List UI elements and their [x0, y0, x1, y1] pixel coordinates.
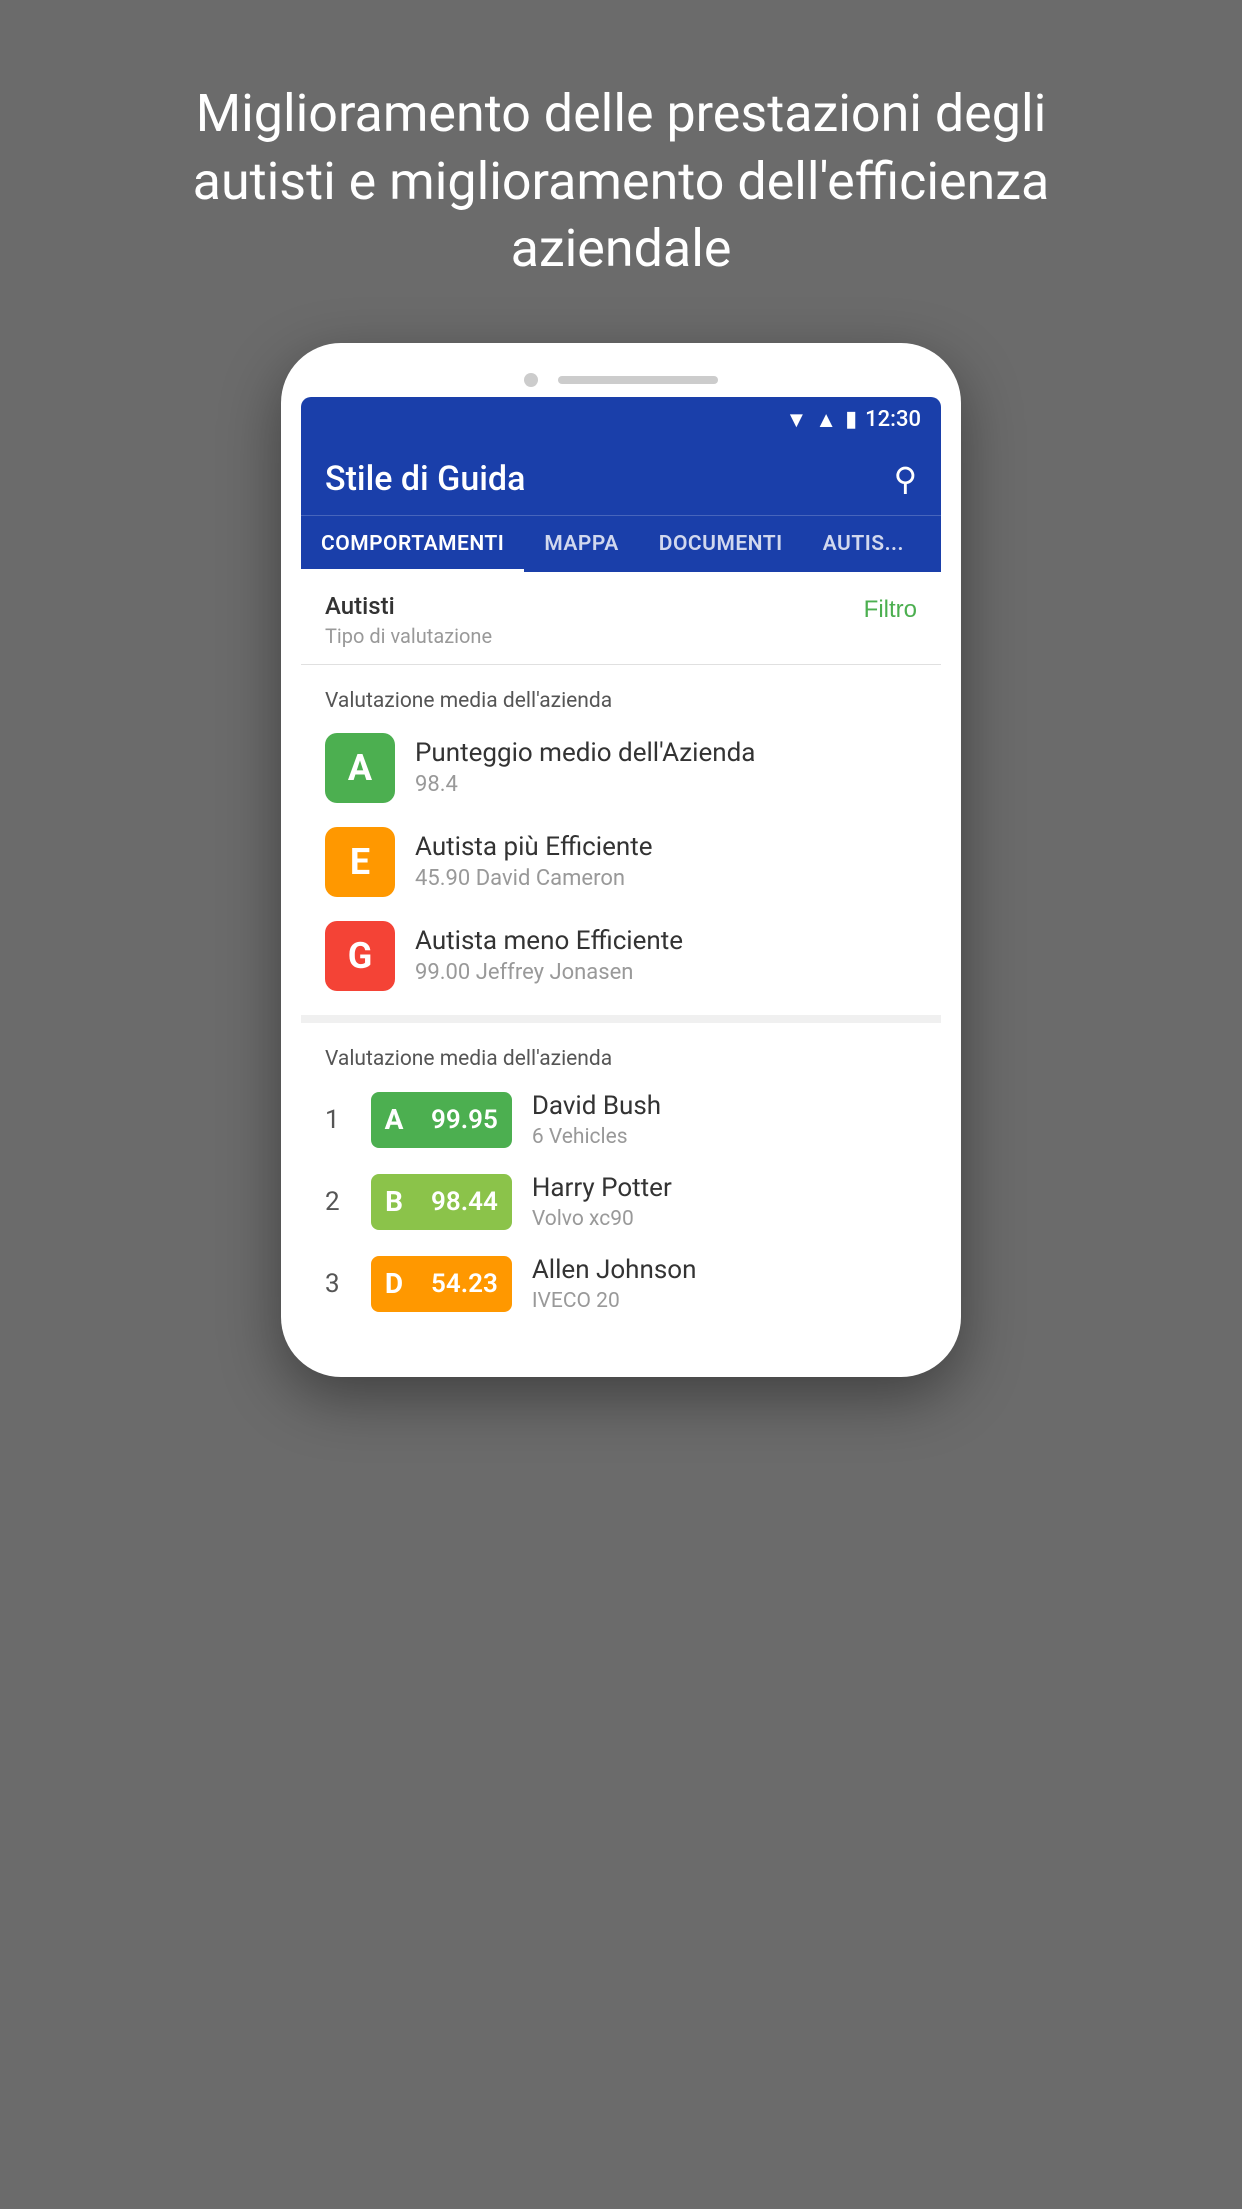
- filter-left: Autisti Tipo di valutazione: [325, 592, 492, 648]
- tab-mappa[interactable]: MAPPA: [524, 516, 638, 572]
- driver-vehicle-1: 6 Vehicles: [532, 1125, 661, 1149]
- driver-vehicle-3: IVECO 20: [532, 1289, 697, 1313]
- stat-info-1: Punteggio medio dell'Azienda 98.4: [415, 738, 755, 797]
- rank-2: 2: [325, 1187, 355, 1217]
- filter-button[interactable]: Filtro: [864, 596, 917, 624]
- section1-label: Valutazione media dell'azienda: [325, 689, 917, 713]
- stat-value-3: 99.00 Jeffrey Jonasen: [415, 960, 683, 985]
- driver-info-1: David Bush 6 Vehicles: [532, 1091, 661, 1149]
- score-letter-2: B: [371, 1174, 417, 1230]
- phone-top-bar: [301, 373, 941, 387]
- signal-icon: ▲: [815, 407, 837, 433]
- grade-badge-g: G: [325, 921, 395, 991]
- header-text: Miglioramento delle prestazioni degli au…: [0, 0, 1242, 343]
- grade-badge-a: A: [325, 733, 395, 803]
- stat-value-2: 45.90 David Cameron: [415, 866, 653, 891]
- content-area: Autisti Tipo di valutazione Filtro Valut…: [301, 572, 941, 1337]
- tab-autisti[interactable]: AUTIS...: [803, 516, 924, 572]
- driver-name-2: Harry Potter: [532, 1173, 672, 1203]
- stat-row-2: E Autista più Efficiente 45.90 David Cam…: [325, 827, 917, 897]
- tab-bar: COMPORTAMENTI MAPPA DOCUMENTI AUTIS...: [301, 515, 941, 572]
- filter-row: Autisti Tipo di valutazione Filtro: [301, 572, 941, 665]
- stat-info-2: Autista più Efficiente 45.90 David Camer…: [415, 832, 653, 891]
- score-letter-1: A: [371, 1092, 417, 1148]
- driver-vehicle-2: Volvo xc90: [532, 1207, 672, 1231]
- driver-info-3: Allen Johnson IVECO 20: [532, 1255, 697, 1313]
- tab-documenti[interactable]: DOCUMENTI: [639, 516, 803, 572]
- filter-title: Autisti: [325, 592, 492, 620]
- section2-label: Valutazione media dell'azienda: [325, 1047, 917, 1071]
- driver-info-2: Harry Potter Volvo xc90: [532, 1173, 672, 1231]
- tab-comportamenti[interactable]: COMPORTAMENTI: [301, 516, 524, 572]
- battery-icon: ▮: [845, 407, 857, 432]
- score-badge-2: B 98.44: [371, 1174, 512, 1230]
- stat-title-3: Autista meno Efficiente: [415, 926, 683, 956]
- stat-row-3: G Autista meno Efficiente 99.00 Jeffrey …: [325, 921, 917, 991]
- score-value-1: 99.95: [417, 1092, 512, 1148]
- status-icons: ▼ ▲ ▮ 12:30: [786, 407, 922, 433]
- score-value-3: 54.23: [417, 1256, 512, 1312]
- driver-name-1: David Bush: [532, 1091, 661, 1121]
- company-avg-section-2: Valutazione media dell'azienda 1 A 99.95…: [301, 1023, 941, 1337]
- stat-row-1: A Punteggio medio dell'Azienda 98.4: [325, 733, 917, 803]
- ranked-row-3[interactable]: 3 D 54.23 Allen Johnson IVECO 20: [325, 1255, 917, 1313]
- company-avg-section-1: Valutazione media dell'azienda A Puntegg…: [301, 665, 941, 1023]
- phone-frame: ▼ ▲ ▮ 12:30 Stile di Guida ⚲ COMPORTAMEN…: [281, 343, 961, 1377]
- score-badge-3: D 54.23: [371, 1256, 512, 1312]
- score-value-2: 98.44: [417, 1174, 512, 1230]
- score-badge-1: A 99.95: [371, 1092, 512, 1148]
- clock: 12:30: [865, 407, 921, 432]
- filter-subtitle: Tipo di valutazione: [325, 624, 492, 648]
- stat-info-3: Autista meno Efficiente 99.00 Jeffrey Jo…: [415, 926, 683, 985]
- ranked-row-1[interactable]: 1 A 99.95 David Bush 6 Vehicles: [325, 1091, 917, 1149]
- app-bar: Stile di Guida ⚲: [301, 443, 941, 515]
- ranked-row-2[interactable]: 2 B 98.44 Harry Potter Volvo xc90: [325, 1173, 917, 1231]
- phone-screen: ▼ ▲ ▮ 12:30 Stile di Guida ⚲ COMPORTAMEN…: [301, 397, 941, 1337]
- phone-speaker: [558, 376, 718, 384]
- rank-3: 3: [325, 1269, 355, 1299]
- stat-title-1: Punteggio medio dell'Azienda: [415, 738, 755, 768]
- rank-1: 1: [325, 1105, 355, 1135]
- driver-name-3: Allen Johnson: [532, 1255, 697, 1285]
- status-bar: ▼ ▲ ▮ 12:30: [301, 397, 941, 443]
- stat-value-1: 98.4: [415, 772, 755, 797]
- search-button[interactable]: ⚲: [894, 460, 917, 498]
- stat-title-2: Autista più Efficiente: [415, 832, 653, 862]
- app-title: Stile di Guida: [325, 459, 525, 499]
- search-icon: ⚲: [894, 461, 917, 497]
- wifi-icon: ▼: [786, 407, 808, 433]
- grade-badge-e: E: [325, 827, 395, 897]
- phone-camera: [524, 373, 538, 387]
- score-letter-3: D: [371, 1256, 417, 1312]
